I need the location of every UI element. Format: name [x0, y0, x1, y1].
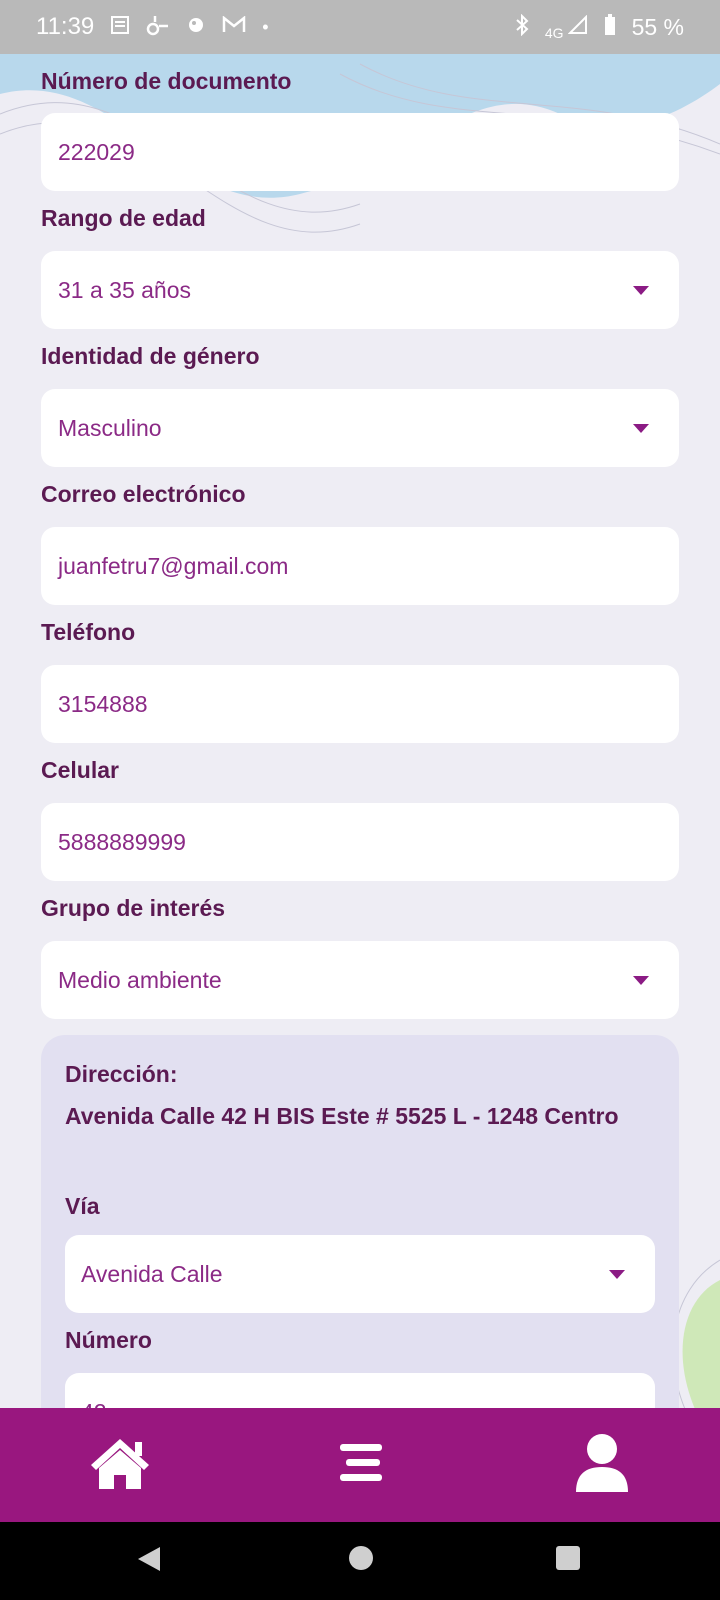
edad-select[interactable]: 31 a 35 años — [41, 251, 679, 329]
edad-value: 31 a 35 años — [58, 276, 192, 303]
app-icon — [186, 15, 206, 39]
telefono-value: 3154888 — [58, 690, 148, 717]
profile-icon — [574, 1432, 630, 1499]
profile-form: Número de documento 222029 Rango de edad… — [0, 54, 720, 1408]
numero-input[interactable]: 42 — [65, 1373, 655, 1408]
status-bar: 11:39 • 4G 55 % — [0, 0, 720, 54]
direccion-full: Avenida Calle 42 H BIS Este # 5525 L - 1… — [65, 1103, 619, 1129]
profile-button[interactable] — [562, 1430, 642, 1500]
bottom-navigation — [0, 1408, 720, 1522]
correo-input[interactable]: juanfetru7@gmail.com — [41, 527, 679, 605]
documento-value: 222029 — [58, 138, 135, 165]
address-card: Dirección: Avenida Calle 42 H BIS Este #… — [41, 1035, 679, 1408]
via-value: Avenida Calle — [81, 1260, 223, 1287]
numero-label: Número — [65, 1327, 152, 1353]
telefono-input[interactable]: 3154888 — [41, 665, 679, 743]
telefono-label: Teléfono — [41, 619, 136, 645]
numero-value: 42 — [81, 1399, 107, 1409]
correo-label: Correo electrónico — [41, 481, 246, 507]
battery-icon — [604, 14, 616, 40]
chevron-down-icon — [633, 423, 649, 433]
menu-button[interactable] — [321, 1430, 401, 1500]
grupo-value: Medio ambiente — [58, 966, 222, 993]
status-left: 11:39 • — [36, 13, 269, 41]
genero-value: Masculino — [58, 414, 162, 441]
documento-label: Número de documento — [41, 68, 292, 94]
back-icon[interactable] — [136, 1545, 162, 1578]
home-icon — [87, 1435, 153, 1496]
chevron-down-icon — [633, 975, 649, 985]
notification-dot-icon: • — [262, 16, 269, 37]
connect-icon — [146, 14, 170, 40]
home-button[interactable] — [80, 1430, 160, 1500]
battery-percent: 55 % — [631, 13, 684, 40]
documento-input[interactable]: 222029 — [41, 113, 679, 191]
gmail-icon — [222, 15, 246, 38]
genero-select[interactable]: Masculino — [41, 389, 679, 467]
status-time: 11:39 — [36, 13, 95, 40]
via-select[interactable]: Avenida Calle — [65, 1235, 655, 1313]
genero-label: Identidad de género — [41, 343, 260, 369]
celular-input[interactable]: 5888889999 — [41, 803, 679, 881]
news-icon — [110, 15, 130, 39]
correo-value: juanfetru7@gmail.com — [58, 552, 289, 579]
home-circle-icon[interactable] — [348, 1545, 374, 1576]
celular-label: Celular — [41, 757, 119, 783]
edad-label: Rango de edad — [41, 205, 206, 231]
grupo-label: Grupo de interés — [41, 895, 226, 921]
recents-icon[interactable] — [555, 1545, 581, 1576]
system-navigation-bar — [0, 1522, 720, 1600]
chevron-down-icon — [609, 1269, 625, 1279]
network-type: 4G — [544, 25, 564, 41]
menu-icon — [338, 1442, 384, 1489]
celular-value: 5888889999 — [58, 828, 186, 855]
via-label: Vía — [65, 1193, 100, 1219]
direccion-label: Dirección: — [65, 1061, 178, 1087]
chevron-down-icon — [633, 285, 649, 295]
signal-icon — [567, 14, 588, 39]
grupo-select[interactable]: Medio ambiente — [41, 941, 679, 1019]
bluetooth-icon — [515, 13, 529, 40]
status-right: 4G 55 % — [515, 13, 684, 41]
